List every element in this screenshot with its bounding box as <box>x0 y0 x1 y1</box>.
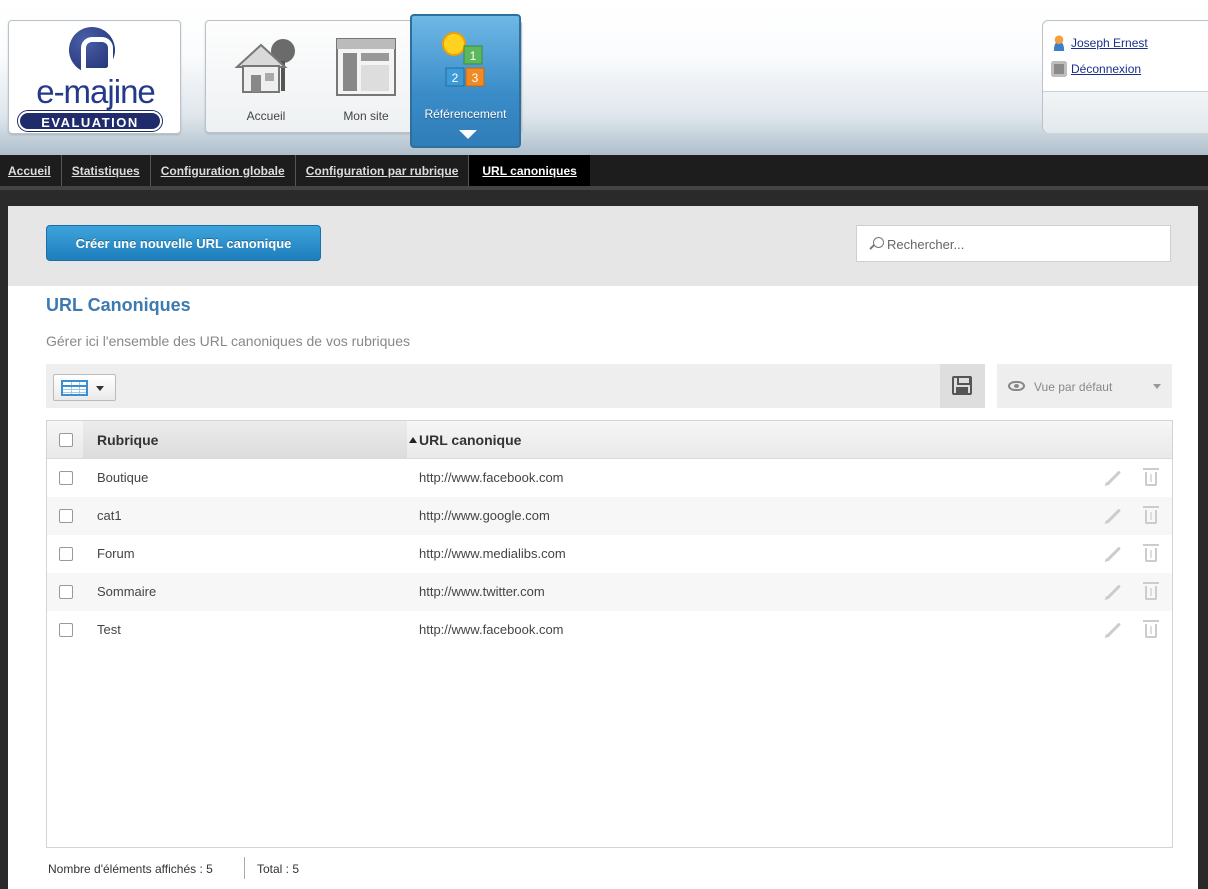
row-checkbox[interactable] <box>59 547 73 561</box>
cell-url: http://www.google.com <box>419 508 550 523</box>
subnav-item-configuration-globale[interactable]: Configuration globale <box>151 155 296 186</box>
table-icon <box>61 380 88 396</box>
table-row[interactable]: Boutique http://www.facebook.com <box>47 459 1172 497</box>
edit-pencil-icon[interactable] <box>1106 546 1121 562</box>
edit-pencil-icon[interactable] <box>1106 622 1121 638</box>
row-checkbox[interactable] <box>59 471 73 485</box>
edit-pencil-icon[interactable] <box>1106 470 1121 486</box>
power-icon <box>1051 61 1067 77</box>
grid-toolbar <box>46 364 985 408</box>
subnav-item-statistiques[interactable]: Statistiques <box>62 155 151 186</box>
items-total-count: Total : 5 <box>257 862 300 876</box>
nav-item-mon-site[interactable]: Mon site <box>321 21 411 132</box>
website-icon <box>336 38 396 96</box>
floppy-disk-icon <box>952 376 972 395</box>
nav-label: Mon site <box>343 109 389 123</box>
cell-rubrique: Forum <box>97 546 135 561</box>
view-select[interactable]: Vue par défaut <box>997 364 1172 408</box>
data-table: Rubrique URL canonique Boutique http://w… <box>46 420 1173 848</box>
nav-label: Référencement <box>424 107 507 121</box>
cell-rubrique: Sommaire <box>97 584 157 599</box>
delete-trash-icon[interactable] <box>1143 582 1159 600</box>
delete-trash-icon[interactable] <box>1143 620 1159 638</box>
logo[interactable]: e-majine EVALUATION <box>8 20 181 134</box>
logout-label: Déconnexion <box>1071 62 1142 76</box>
table-footer: Nombre d'éléments affichés : 5 Total : 5 <box>46 848 1173 889</box>
logo-badge: EVALUATION <box>18 111 162 131</box>
user-icon <box>1051 35 1067 51</box>
delete-trash-icon[interactable] <box>1143 506 1159 524</box>
create-canonical-url-button[interactable]: Créer une nouvelle URL canonique <box>46 225 321 261</box>
page-title: URL Canoniques <box>46 295 191 315</box>
sort-ascending-icon <box>409 437 417 443</box>
subnav-item-url-canoniques[interactable]: URL canoniques <box>469 155 590 186</box>
delete-trash-icon[interactable] <box>1143 468 1159 486</box>
search-input[interactable] <box>887 234 1157 254</box>
column-view-button[interactable] <box>53 374 116 401</box>
chevron-down-icon <box>459 130 477 139</box>
table-header: Rubrique URL canonique <box>47 421 1172 459</box>
column-header-url-canonique[interactable]: URL canonique <box>419 432 521 448</box>
row-checkbox[interactable] <box>59 509 73 523</box>
subnav-divider <box>0 186 1208 190</box>
row-checkbox[interactable] <box>59 623 73 637</box>
eye-icon <box>1008 381 1025 391</box>
user-name: Joseph Ernest <box>1071 36 1148 50</box>
nav-item-accueil[interactable]: Accueil <box>221 21 311 132</box>
cell-url: http://www.facebook.com <box>419 622 564 637</box>
logo-emblem-icon <box>69 27 115 75</box>
select-all-checkbox[interactable] <box>59 433 73 447</box>
svg-text:2: 2 <box>452 71 459 85</box>
main-panel: Créer une nouvelle URL canonique URL Can… <box>8 206 1198 889</box>
action-toolbar: Créer une nouvelle URL canonique <box>8 206 1198 286</box>
table-row[interactable]: Test http://www.facebook.com <box>47 611 1172 649</box>
caret-down-icon <box>96 386 104 391</box>
column-header-rubrique[interactable]: Rubrique <box>83 421 417 458</box>
cell-rubrique: Test <box>97 622 121 637</box>
column-header-label: Rubrique <box>97 432 159 448</box>
sub-navigation: Accueil Statistiques Configuration globa… <box>0 155 1208 190</box>
cell-url: http://www.medialibs.com <box>419 546 566 561</box>
dropdown-arrow-icon <box>1153 384 1161 389</box>
table-row[interactable]: Sommaire http://www.twitter.com <box>47 573 1172 611</box>
cell-url: http://www.facebook.com <box>419 470 564 485</box>
seo-blocks-icon: 1 2 3 <box>442 32 485 87</box>
cell-url: http://www.twitter.com <box>419 584 545 599</box>
footer-divider <box>244 857 245 879</box>
edit-pencil-icon[interactable] <box>1106 584 1121 600</box>
user-panel-footer <box>1043 91 1208 133</box>
logout-link[interactable]: Déconnexion <box>1051 61 1141 77</box>
subnav-item-accueil[interactable]: Accueil <box>0 155 62 186</box>
subnav-item-configuration-par-rubrique[interactable]: Configuration par rubrique <box>296 155 470 186</box>
app-header: e-majine EVALUATION Accueil Mon site 1 2… <box>0 0 1208 155</box>
house-icon <box>234 39 295 93</box>
nav-label: Accueil <box>246 109 286 123</box>
nav-item-referencement[interactable]: 1 2 3 Référencement <box>410 14 521 148</box>
row-checkbox[interactable] <box>59 585 73 599</box>
page-subtitle: Gérer ici l'ensemble des URL canoniques … <box>46 333 411 349</box>
user-panel: Joseph Ernest Déconnexion <box>1042 20 1208 133</box>
cell-rubrique: cat1 <box>97 508 122 523</box>
items-shown-count: Nombre d'éléments affichés : 5 <box>48 862 213 876</box>
search-box <box>856 225 1171 262</box>
edit-pencil-icon[interactable] <box>1106 508 1121 524</box>
user-profile-link[interactable]: Joseph Ernest <box>1051 35 1148 51</box>
svg-text:3: 3 <box>472 71 479 85</box>
save-view-button[interactable] <box>940 364 985 408</box>
table-row[interactable]: cat1 http://www.google.com <box>47 497 1172 535</box>
cell-rubrique: Boutique <box>97 470 149 485</box>
table-row[interactable]: Forum http://www.medialibs.com <box>47 535 1172 573</box>
svg-text:1: 1 <box>470 49 477 63</box>
search-icon <box>873 237 884 248</box>
view-select-label: Vue par défaut <box>1034 380 1113 394</box>
logo-brand: e-majine <box>36 73 156 110</box>
delete-trash-icon[interactable] <box>1143 544 1159 562</box>
